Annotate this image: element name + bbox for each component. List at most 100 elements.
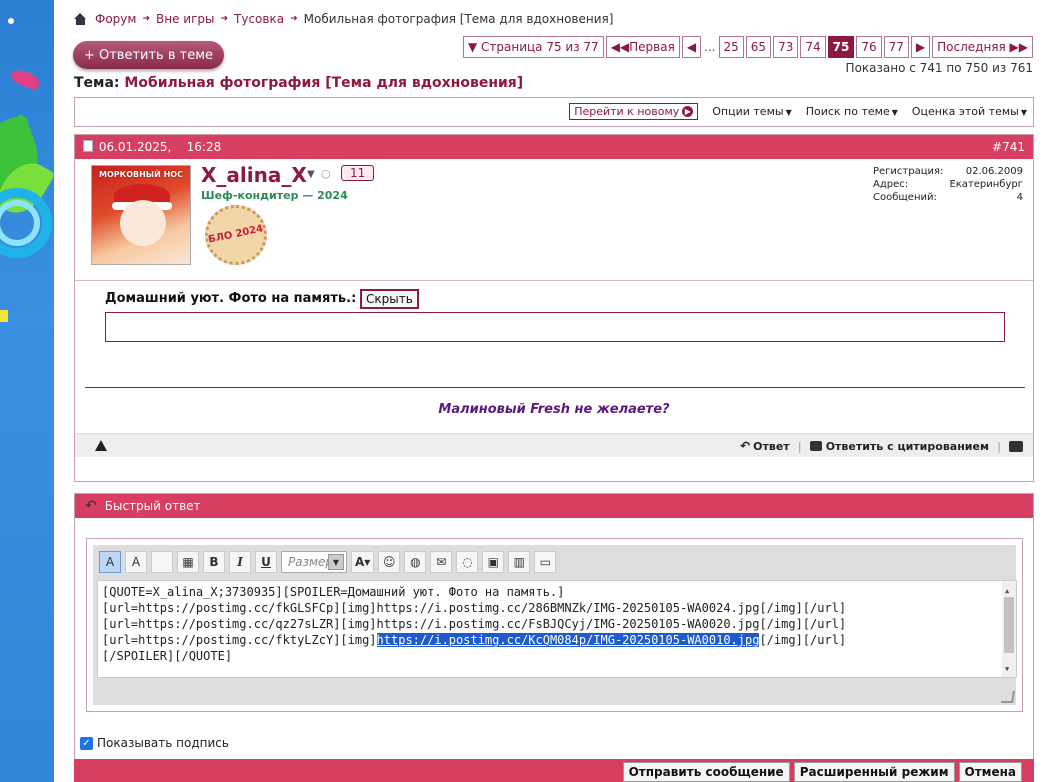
post-userinfo: МОРКОВНЫЙ НОС X_alina_X ▼ ○ 11 Шеф-конди… [75,159,1033,281]
page-77[interactable]: 77 [883,36,909,58]
report-warning-icon[interactable] [95,440,107,451]
page-75-current: 75 [827,36,855,58]
breadcrumb-tusovka[interactable]: Тусовка [234,12,284,26]
pagination: ▼ Страница 75 из 77 ◀◀Первая ◀ ... 25 65… [462,36,1033,58]
reply-post-button[interactable]: ↶ Ответ [740,439,790,453]
page-65[interactable]: 65 [745,36,772,58]
post-741: 06.01.2025, 16:28 #741 МОРКОВНЫЙ НОС X_a… [74,134,1034,482]
image-icon[interactable]: ▣ [482,551,505,573]
text-line-suffix: [/img][/url] [759,633,847,647]
page-dropdown[interactable]: ▼ Страница 75 из 77 [462,36,604,58]
info-value: 02.06.2009 [965,166,1023,177]
quote-icon [809,440,822,451]
video-icon[interactable]: ▥ [508,551,531,573]
offline-status-icon: ○ [321,167,331,180]
hide-spoiler-button[interactable]: Скрыть [360,289,419,309]
pagination-ellipsis: ... [703,36,717,58]
post-time: 16:28 [186,140,222,154]
underline-button[interactable]: U [255,551,277,573]
show-signature-option[interactable]: ✓ Показывать подпись [80,736,229,750]
scroll-down-icon[interactable]: ▼ [1005,661,1009,677]
award-text: БЛО 2024 [207,223,265,246]
smiley-icon[interactable]: ☺ [378,551,401,573]
user-menu-caret-icon[interactable]: ▼ [307,169,315,180]
user-title: Шеф-кондитер — 2024 [201,189,348,202]
post-body: Домашний уют. Фото на память.: Скрыть Ма… [75,281,1033,457]
last-page-button[interactable]: Последняя ▶▶ [932,36,1033,58]
bold-button[interactable]: B [203,551,225,573]
avatar-caption: МОРКОВНЫЙ НОС [99,170,183,179]
italic-button[interactable]: I [229,551,251,573]
arrow-circle-icon: ▶ [682,106,694,117]
unlink-icon[interactable]: ◌ [456,551,479,573]
quote-label: Ответить с цитированием [825,439,989,453]
editor-toolbar: A A ▦ B I U Размер ▼ A▾ ☺ ◍ ✉ ◌ ▣ ▥ ▭ [99,551,557,573]
textarea-scrollbar[interactable]: ▲ ▼ [1002,581,1016,677]
next-page-button[interactable]: ▶ [910,36,931,58]
chevron-down-icon: ▼ [328,554,344,570]
goto-new-button[interactable]: Перейти к новому ▶ [569,103,699,120]
wysiwyg-toggle-icon[interactable]: A [99,551,121,573]
left-decoration [0,0,54,782]
blank-tool [151,551,173,573]
font-size-select[interactable]: Размер ▼ [281,551,347,573]
page-25[interactable]: 25 [718,36,744,58]
page-74[interactable]: 74 [800,36,826,58]
show-signature-checkbox[interactable]: ✓ [80,736,93,750]
font-color-icon[interactable]: A▾ [351,551,375,573]
send-message-button[interactable]: Отправить сообщение [622,762,790,782]
post-number[interactable]: #741 [992,140,1025,154]
thread-options-dropdown[interactable]: Опции темы ▼ [712,105,791,118]
text-line: [url=https://postimg.cc/qz27sLZR][img]ht… [102,617,847,631]
breadcrumb-forum[interactable]: Форум [95,12,136,26]
avatar[interactable]: МОРКОВНЫЙ НОС [91,165,191,265]
quote-reply-button[interactable]: Ответить с цитированием [809,439,989,453]
link-globe-icon[interactable]: ◍ [404,551,427,573]
prev-page-button[interactable]: ◀ [681,36,702,58]
info-label: Адрес: [873,179,909,190]
caret-down-icon: ▼ [1020,108,1027,117]
quote-icon[interactable]: ▭ [534,551,557,573]
caret-down-icon: ▼ [891,108,898,117]
thread-toolbar: Перейти к новому ▶ Опции темы ▼ Поиск по … [74,97,1034,127]
user-badge[interactable]: 11 [341,165,375,181]
advanced-mode-button[interactable]: Расширенный режим [793,762,955,782]
remove-format-icon[interactable]: A [125,551,147,573]
page-73[interactable]: 73 [773,36,799,58]
topic-title: Тема: Мобильная фотография [Тема для вдо… [74,75,523,91]
action-separator: | [797,439,802,453]
thread-rate-dropdown[interactable]: Оценка этой темы ▼ [912,105,1027,118]
reply-in-topic-button[interactable]: + Ответить в теме [73,41,224,69]
thread-rate-label: Оценка этой темы [911,105,1019,118]
signature: Малиновый Fresh не желаете? [438,402,670,417]
paste-icon[interactable]: ▦ [177,551,199,573]
text-line: [url=https://postimg.cc/fkGLSFCp][img]ht… [102,601,847,615]
post-header: 06.01.2025, 16:28 #741 [75,135,1033,159]
cancel-button[interactable]: Отмена [958,762,1022,782]
page-76[interactable]: 76 [856,36,882,58]
email-icon[interactable]: ✉ [430,551,453,573]
quick-reply-header: ↶ Быстрый ответ [75,494,1033,518]
home-icon[interactable] [74,13,87,25]
breadcrumb-separator-icon: ➜ [220,14,229,24]
show-signature-label: Показывать подпись [97,736,229,750]
breadcrumb-current: Мобильная фотография [Тема для вдохновен… [303,12,614,26]
info-value: 4 [1016,192,1023,203]
resize-handle-icon[interactable] [1001,691,1015,703]
info-value: Екатеринбург [949,179,1023,190]
breadcrumb: Форум ➜ Вне игры ➜ Тусовка ➜ Мобильная ф… [74,12,613,26]
breadcrumb-separator-icon: ➜ [142,14,150,24]
topic-name[interactable]: Мобильная фотография [Тема для вдохновен… [124,75,523,91]
first-page-button[interactable]: ◀◀Первая [605,36,680,58]
thread-search-dropdown[interactable]: Поиск по теме ▼ [806,105,898,118]
multiquote-plus-icon[interactable] [1009,440,1023,452]
thread-search-label: Поиск по теме [805,105,890,118]
info-label: Сообщений: [873,192,937,203]
goto-new-label: Перейти к новому [574,105,680,118]
breadcrumb-outofgame[interactable]: Вне игры [156,12,214,26]
scrollbar-thumb[interactable] [1004,597,1014,653]
text-line: [QUOTE=X_alina_X;3730935][SPOILER=Домашн… [102,585,565,599]
topic-label: Тема: [74,75,120,91]
username[interactable]: X_alina_X [201,163,307,187]
reply-textarea[interactable]: [QUOTE=X_alina_X;3730935][SPOILER=Домашн… [97,580,1017,678]
